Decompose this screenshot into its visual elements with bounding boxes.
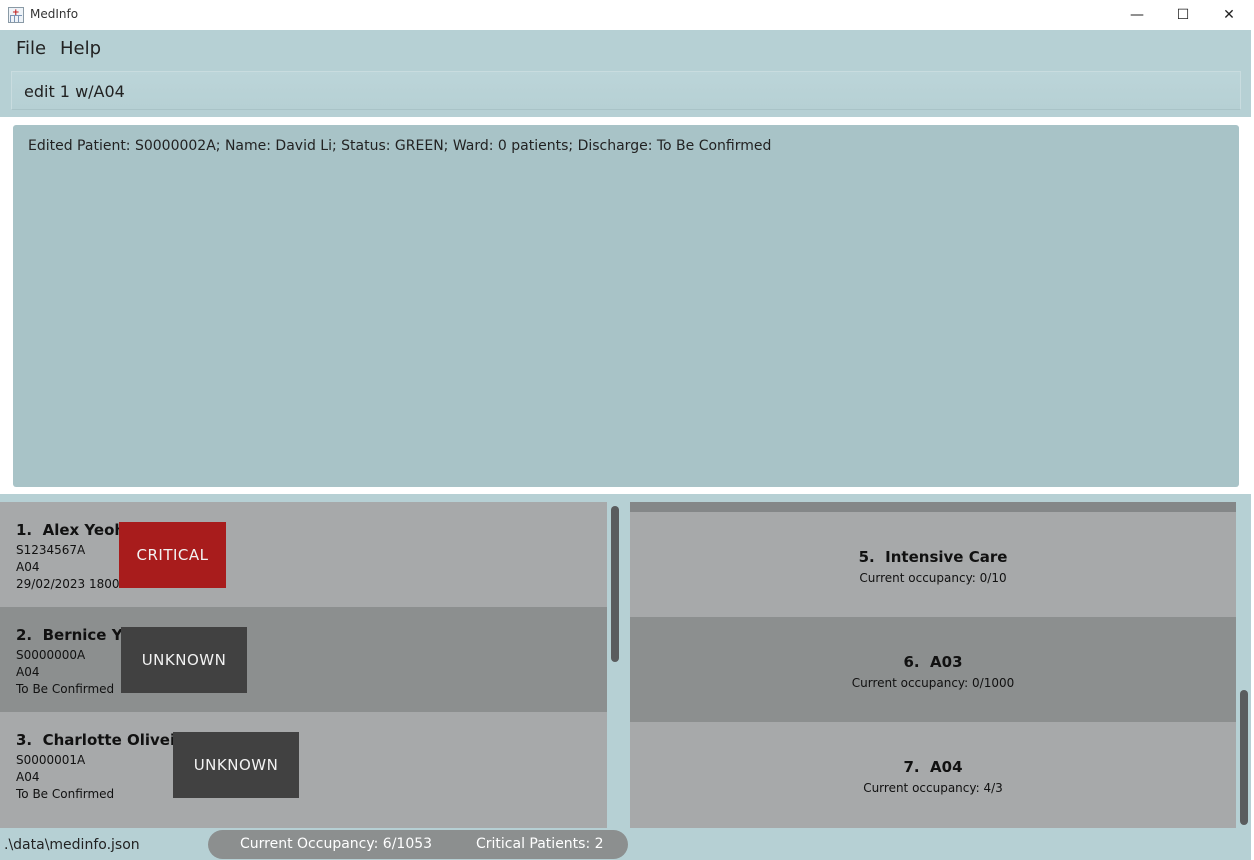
menu-file[interactable]: File: [16, 38, 46, 59]
ward-card[interactable]: 6. A03 Current occupancy: 0/1000: [630, 617, 1236, 722]
patient-list-scroll-thumb[interactable]: [611, 506, 619, 662]
status-badge-unknown: UNKNOWN: [121, 627, 247, 693]
result-display: [13, 125, 1239, 487]
patient-discharge: 29/02/2023 1800: [16, 577, 120, 591]
current-occupancy-label: Current Occupancy: 6/1053: [240, 836, 433, 852]
data-file-path: .\data\medinfo.json: [4, 837, 140, 853]
ward-name: 6. A03: [903, 653, 963, 671]
patient-card[interactable]: 3. Charlotte Oliveiro S0000001A A04 To B…: [0, 712, 607, 817]
command-input-value: edit 1 w/A04: [24, 82, 125, 101]
patient-nric: S0000000A: [16, 648, 86, 662]
patient-name: 1. Alex Yeoh: [16, 521, 126, 539]
menu-help[interactable]: Help: [60, 38, 101, 59]
command-input[interactable]: [11, 71, 1241, 110]
window-title: MedInfo: [30, 7, 79, 21]
patient-discharge: To Be Confirmed: [16, 682, 115, 696]
ward-occupancy: Current occupancy: 0/1000: [851, 676, 1015, 690]
patient-discharge: To Be Confirmed: [16, 787, 115, 801]
patient-ward: A04: [16, 665, 40, 679]
close-button[interactable]: ✕: [1206, 0, 1252, 30]
patient-nric: S1234567A: [16, 543, 86, 557]
ward-name: 5. Intensive Care: [858, 548, 1008, 566]
status-badge-unknown: UNKNOWN: [173, 732, 299, 798]
patient-name: 3. Charlotte Oliveiro: [16, 731, 193, 749]
patient-nric: S0000001A: [16, 753, 86, 767]
title-bar: [0, 0, 1254, 30]
patient-name: 2. Bernice Yu: [16, 626, 133, 644]
patient-ward: A04: [16, 770, 40, 784]
menu-bar: [0, 30, 1251, 64]
ward-card[interactable]: 7. A04 Current occupancy: 4/3: [630, 722, 1236, 827]
ward-occupancy: Current occupancy: 4/3: [863, 781, 1003, 795]
critical-patients-label: Critical Patients: 2: [476, 836, 604, 852]
ward-name: 7. A04: [903, 758, 963, 776]
patient-list[interactable]: 1. Alex Yeoh S1234567A A04 29/02/2023 18…: [0, 502, 607, 828]
ward-list[interactable]: 5. Intensive Care Current occupancy: 0/1…: [630, 502, 1236, 828]
ward-list-scroll-thumb[interactable]: [1240, 690, 1248, 825]
patient-ward: A04: [16, 560, 40, 574]
patient-card[interactable]: 1. Alex Yeoh S1234567A A04 29/02/2023 18…: [0, 502, 607, 607]
result-display-text: Edited Patient: S0000002A; Name: David L…: [28, 138, 772, 154]
minimize-button[interactable]: —: [1114, 0, 1160, 30]
status-badge-critical: CRITICAL: [119, 522, 226, 588]
patient-card[interactable]: 2. Bernice Yu S0000000A A04 To Be Confir…: [0, 607, 607, 712]
ward-card[interactable]: 5. Intensive Care Current occupancy: 0/1…: [630, 512, 1236, 617]
app-icon: +: [8, 7, 24, 23]
maximize-button[interactable]: ☐: [1160, 0, 1206, 30]
ward-list-top-edge: [630, 502, 1236, 512]
ward-occupancy: Current occupancy: 0/10: [859, 571, 1007, 585]
